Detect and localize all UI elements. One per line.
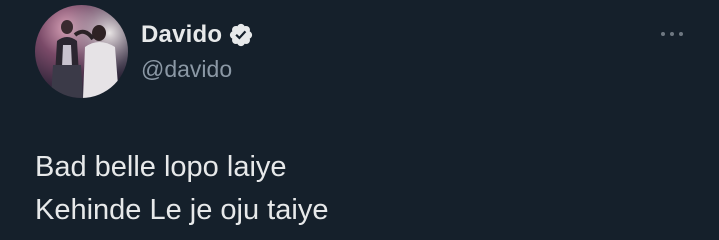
display-name[interactable]: Davido [141,21,222,49]
author-handle[interactable]: @davido [141,56,232,83]
tweet-text-line: Kehinde Le je oju taiye [35,194,329,226]
tweet-text: Bad belle lopo laiye Kehinde Le je oju t… [35,146,328,232]
verified-badge-icon [228,22,254,48]
author-name-row: Davido [141,20,254,50]
tweet-text-line: Bad belle lopo laiye [35,151,287,183]
avatar[interactable] [35,5,128,98]
tweet-card: Davido @davido Bad belle lopo laiye Kehi… [0,0,719,240]
more-options-icon[interactable] [659,24,685,44]
avatar-photo [35,5,128,98]
